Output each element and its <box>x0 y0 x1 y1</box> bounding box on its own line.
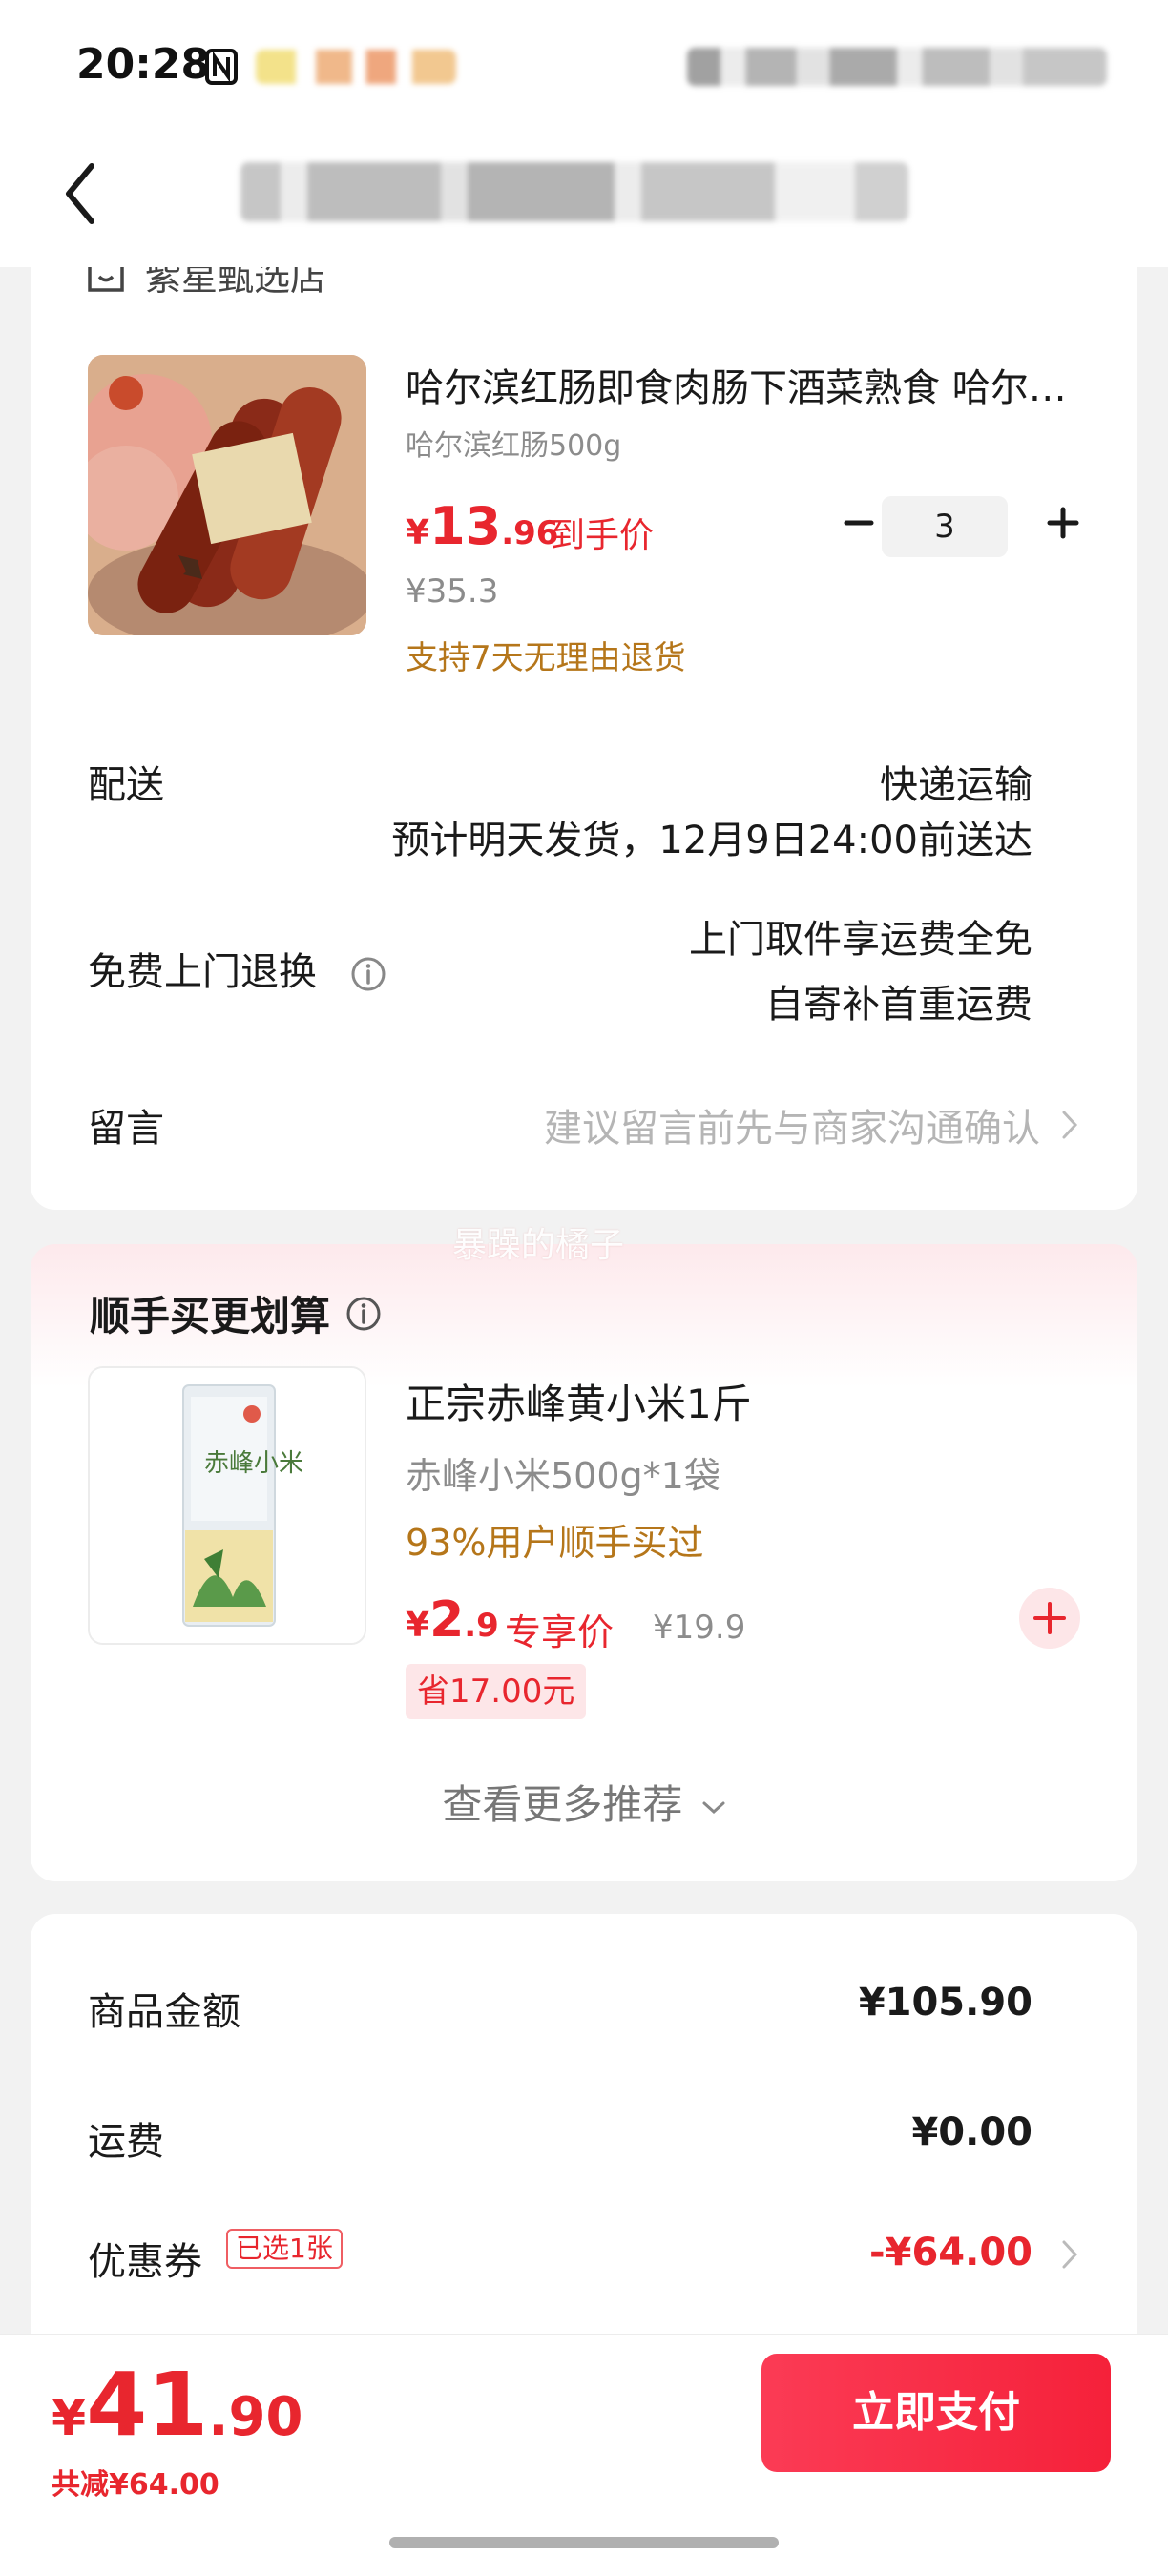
blurred-page-title <box>240 162 908 221</box>
delivery-method: 快递运输 <box>880 763 1032 807</box>
price-tag: 到手价 <box>551 516 655 555</box>
message-label: 留言 <box>88 1107 164 1151</box>
delivery-label: 配送 <box>88 763 164 807</box>
product-spec[interactable]: 哈尔滨红肠500g <box>406 422 621 464</box>
recommend-product-title[interactable]: 正宗赤峰黄小米1斤 <box>406 1372 752 1430</box>
return-policy: 支持7天无理由退货 <box>406 639 686 677</box>
price-integer: 2 <box>429 1591 465 1649</box>
recommend-product-image[interactable]: 赤峰小米 <box>88 1366 366 1645</box>
coupon-selected-badge: 已选1张 <box>226 2229 343 2269</box>
delivery-estimate: 预计明天发货，12月9日24:00前送达 <box>391 819 1032 862</box>
return-service-label: 免费上门退换 <box>88 950 317 994</box>
total-price: ¥ 41 .90 <box>52 2354 302 2456</box>
recommend-card: 顺手买更划算 赤峰小米 正宗赤峰黄小米1斤 赤峰小米500g*1袋 93%用户顺… <box>31 1244 1137 1881</box>
blurred-status-icons <box>256 50 456 84</box>
view-more-label: 查看更多推荐 <box>442 1781 683 1828</box>
top-bar: 20:28 <box>0 0 1168 267</box>
recommend-title-text: 顺手买更划算 <box>90 1293 331 1340</box>
total-decimal: .90 <box>208 2386 303 2448</box>
price-integer: 13 <box>429 496 502 556</box>
price-currency: ¥ <box>406 1606 430 1645</box>
bottom-pay-bar: ¥ 41 .90 共减¥64.00 立即支付 <box>0 2334 1168 2576</box>
return-service-line1: 上门取件享运费全免 <box>689 918 1032 962</box>
message-input[interactable]: 建议留言前先与商家沟通确认 <box>544 1097 1078 1153</box>
goods-amount-value: ¥105.90 <box>858 1981 1032 2025</box>
info-icon[interactable] <box>350 956 386 992</box>
nfc-icon <box>205 49 238 85</box>
minus-icon[interactable] <box>830 494 887 551</box>
order-item-card: 紫星甄选店 哈尔滨红肠即食肉肠下酒菜熟食 哈尔滨红肠特产 哈尔滨红肠500g ¥… <box>31 219 1137 1210</box>
total-saved: 共减¥64.00 <box>52 2468 219 2502</box>
pay-now-button[interactable]: 立即支付 <box>761 2354 1111 2472</box>
back-arrow-icon[interactable] <box>57 160 105 227</box>
quantity-input[interactable]: 3 <box>882 496 1008 557</box>
plus-icon[interactable] <box>1034 494 1092 551</box>
sausage-illustration <box>88 355 366 635</box>
recommend-bought-rate: 93%用户顺手买过 <box>406 1522 704 1564</box>
blurred-system-icons <box>687 48 1107 86</box>
watermark: 暴躁的橘子 <box>452 1226 625 1265</box>
recommend-section-title: 顺手买更划算 <box>90 1284 382 1342</box>
product-image[interactable] <box>88 355 366 635</box>
info-icon[interactable] <box>345 1296 382 1332</box>
save-badge: 省17.00元 <box>406 1664 587 1719</box>
price-decimal: .9 <box>464 1607 499 1645</box>
chevron-right-icon[interactable] <box>1061 2238 1078 2271</box>
original-price: ¥35.3 <box>406 572 499 611</box>
product-title[interactable]: 哈尔滨红肠即食肉肠下酒菜熟食 哈尔滨红肠特产 <box>406 357 1074 412</box>
message-placeholder: 建议留言前先与商家沟通确认 <box>544 1107 1040 1151</box>
recommend-original-price: ¥19.9 <box>653 1609 746 1647</box>
chevron-down-icon <box>702 1801 725 1814</box>
shipping-label: 运费 <box>88 2120 164 2164</box>
recommend-price: ¥ 2 .9 <box>406 1591 499 1649</box>
home-indicator[interactable] <box>389 2537 779 2548</box>
total-currency: ¥ <box>52 2390 87 2447</box>
status-time: 20:28 <box>76 40 211 89</box>
product-price: ¥ 13 .96 <box>406 496 558 556</box>
chevron-right-icon <box>1062 1111 1078 1139</box>
package-text: 赤峰小米 <box>204 1449 303 1478</box>
return-service-row[interactable]: 免费上门退换 <box>88 941 386 996</box>
total-integer: 41 <box>86 2354 209 2456</box>
price-currency: ¥ <box>406 513 430 552</box>
return-service-line2: 自寄补首重运费 <box>765 983 1032 1027</box>
recommend-product-spec: 赤峰小米500g*1袋 <box>406 1455 720 1497</box>
recommend-price-tag: 专享价 <box>505 1611 615 1653</box>
coupon-value[interactable]: -¥64.00 <box>869 2231 1032 2275</box>
view-more-button[interactable]: 查看更多推荐 <box>31 1773 1137 1831</box>
coupon-label[interactable]: 优惠券 <box>88 2231 202 2286</box>
millet-package-illustration: 赤峰小米 <box>90 1368 365 1643</box>
shipping-value: ¥0.00 <box>911 2110 1032 2154</box>
add-circle-icon[interactable] <box>1017 1586 1082 1651</box>
goods-amount-label: 商品金额 <box>88 1990 240 2034</box>
